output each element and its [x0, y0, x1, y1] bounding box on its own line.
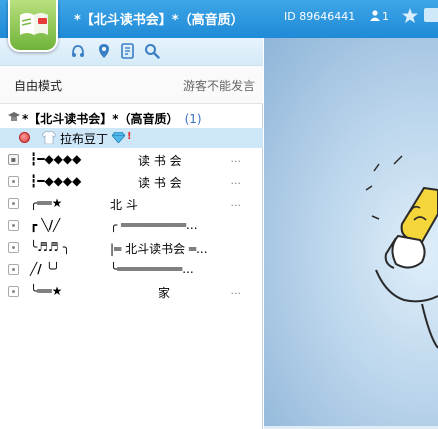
root-channel-name: *【北斗读书会】*（高音质） (1)	[22, 110, 202, 127]
hat-icon	[8, 112, 20, 121]
notes-icon[interactable]	[120, 43, 136, 59]
channel-subtitle: 北 斗	[110, 198, 138, 212]
book-icon	[20, 13, 48, 35]
channel-row[interactable]: ╰♬♬ ╮ |═ 北斗读书会 ═...	[0, 238, 263, 258]
channel-more: ...	[230, 284, 242, 297]
channel-subtitle: ╰═════════...	[110, 262, 194, 276]
mode-bar: 自由模式 游客不能发言	[0, 66, 263, 104]
channel-icon	[8, 176, 19, 187]
diamond-icon	[112, 132, 125, 143]
channel-root[interactable]: *【北斗读书会】*（高音质） (1)	[0, 108, 263, 128]
channel-more: ...	[230, 196, 242, 209]
channel-name: ┏ ╲/╱	[30, 218, 61, 232]
online-count: 1	[370, 10, 389, 23]
channel-icon	[8, 198, 19, 209]
channel-row[interactable]: ╰══★ 家 ...	[0, 282, 263, 302]
search-icon[interactable]	[144, 43, 160, 59]
room-title: *【北斗读书会】*（高音质）	[74, 13, 244, 28]
channel-icon	[8, 242, 19, 253]
left-panel: 自由模式 游客不能发言 *【北斗读书会】*（高音质） (1) 拉布豆丁 ! ▪ …	[0, 38, 263, 429]
channel-subtitle: 读 书 会	[138, 154, 182, 168]
channel-icon	[8, 264, 19, 275]
user-row[interactable]: 拉布豆丁 !	[0, 128, 263, 148]
channel-subtitle: ╭ ═════════...	[110, 218, 198, 232]
channel-name: ╰══★	[30, 284, 63, 298]
channel-subtitle: |═ 北斗读书会 ═...	[110, 242, 208, 256]
user-icon	[370, 10, 380, 21]
channel-subtitle: 读 书 会	[138, 176, 182, 190]
channel-more: ...	[230, 174, 242, 187]
channel-row[interactable]: ┏ ╲/╱ ╭ ═════════...	[0, 216, 263, 236]
pencil-illustration	[365, 155, 438, 349]
channel-name: ╱/ ╰╯	[30, 262, 61, 276]
channel-name: ╭══★	[30, 196, 63, 210]
user-name: 拉布豆丁	[60, 132, 109, 146]
favorite-button[interactable]	[402, 8, 418, 26]
channel-name: ╰♬♬ ╮	[30, 240, 71, 254]
channel-row[interactable]: ╭══★ 北 斗 ...	[0, 194, 263, 214]
channel-row[interactable]: ▪ ┇━◆◆◆◆ 读 书 会 ...	[0, 150, 263, 170]
room-id: ID 89646441	[284, 10, 356, 23]
stage-area	[264, 38, 438, 429]
online-count-value: 1	[382, 10, 389, 23]
root-channel-title: *【北斗读书会】*（高音质）	[22, 112, 179, 126]
vip-badge: !	[127, 131, 132, 142]
more-button[interactable]	[424, 8, 438, 22]
guest-notice: 游客不能发言	[182, 79, 255, 93]
channel-name: ┇━◆◆◆◆	[30, 152, 82, 166]
channel-subtitle: 家	[158, 286, 171, 300]
channel-row[interactable]: ┇━◆◆◆◆ 读 书 会 ...	[0, 172, 263, 192]
app-logo[interactable]	[8, 0, 58, 52]
shirt-icon	[42, 131, 56, 144]
location-icon[interactable]	[96, 43, 112, 59]
title-bar: *【北斗读书会】*（高音质） ID 89646441 1	[0, 0, 438, 52]
channel-icon	[8, 286, 19, 297]
star-icon	[402, 8, 418, 23]
mic-status-icon	[19, 132, 30, 143]
channel-icon	[8, 220, 19, 231]
mode-label[interactable]: 自由模式	[14, 77, 62, 94]
channel-more: ...	[230, 152, 242, 165]
channel-row[interactable]: ╱/ ╰╯ ╰═════════...	[0, 260, 263, 280]
root-channel-count: (1)	[184, 112, 202, 126]
channel-name: ┇━◆◆◆◆	[30, 174, 82, 188]
lock-icon: ▪	[8, 154, 19, 165]
headset-icon[interactable]	[70, 43, 86, 59]
